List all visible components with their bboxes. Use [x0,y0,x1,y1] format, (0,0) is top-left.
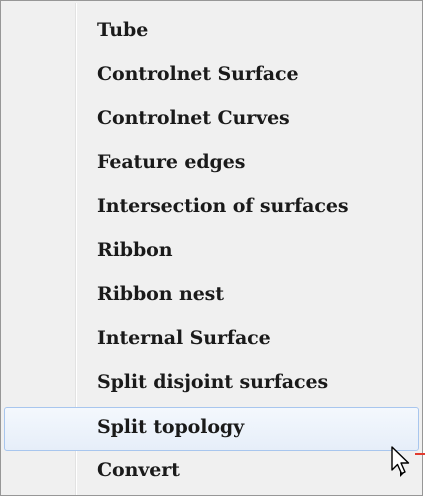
menu-item-label: Split disjoint surfaces [97,371,329,393]
menu-item-label: Intersection of surfaces [97,195,349,217]
menu-item-label: Convert [97,459,180,481]
menu-item-label: Internal Surface [97,327,271,349]
menu-item-feature-edges[interactable]: Feature edges [4,142,419,186]
menu-item-label: Feature edges [97,151,246,173]
menu-item-label: Ribbon nest [97,283,224,305]
menu-item-ribbon[interactable]: Ribbon [4,230,419,274]
menu-item-controlnet-surface[interactable]: Controlnet Surface [4,54,419,98]
arrow-cursor-icon [391,446,410,475]
menu-item-label: Controlnet Curves [97,107,290,129]
menu-item-intersection-of-surfaces[interactable]: Intersection of surfaces [4,186,419,230]
screen: Tube Controlnet Surface Controlnet Curve… [0,0,425,498]
menu-item-label: Controlnet Surface [97,63,299,85]
menu-item-tube[interactable]: Tube [4,10,419,54]
menu-item-split-disjoint-surfaces[interactable]: Split disjoint surfaces [4,362,419,406]
menu-item-label: Split topology [97,416,245,438]
menu-item-ribbon-nest[interactable]: Ribbon nest [4,274,419,318]
menu-item-internal-surface[interactable]: Internal Surface [4,318,419,362]
background-red-line [415,453,425,455]
context-menu: Tube Controlnet Surface Controlnet Curve… [0,0,423,496]
menu-item-controlnet-curves[interactable]: Controlnet Curves [4,98,419,142]
menu-item-label: Tube [97,19,149,41]
menu-item-convert[interactable]: Convert [4,450,419,494]
menu-item-split-topology[interactable]: Split topology [4,407,419,451]
menu-item-label: Ribbon [97,239,173,261]
